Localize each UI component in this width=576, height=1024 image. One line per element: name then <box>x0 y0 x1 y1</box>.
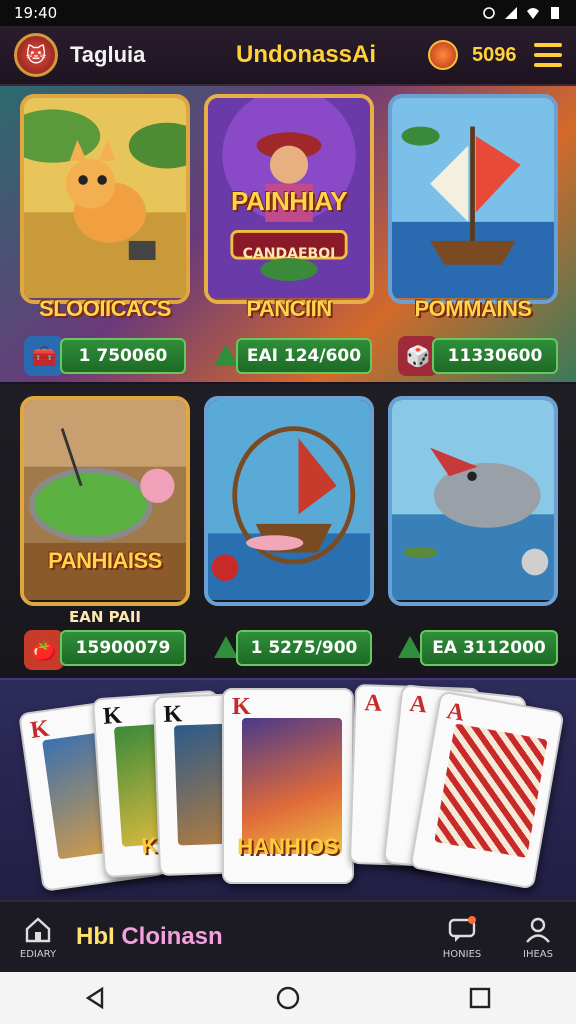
back-icon[interactable] <box>76 978 116 1018</box>
card-rank-6: A <box>408 690 429 719</box>
page-title: UndonassAi <box>236 41 377 68</box>
game-amount-3[interactable]: 11330600 <box>432 338 558 374</box>
game-amount-4[interactable]: 15900079 <box>60 630 186 666</box>
cards-area: K K KAA K K HANHIOS A A A <box>0 678 576 900</box>
arrow-icon-3 <box>398 636 422 658</box>
game-title-3: POMMAINS <box>414 296 533 321</box>
game-sub-4: EAN PAII <box>68 608 142 626</box>
games-row-2: PANHIAISS EAN PAII 🍅 15900079 1 5275/900… <box>0 384 576 674</box>
game-title-1b: SLOOIICACS <box>39 296 171 321</box>
nav-chat-label: HONIES <box>442 948 482 960</box>
balance-value: 5096 <box>472 43 517 66</box>
arrow-icon-2 <box>214 636 238 658</box>
card-4[interactable]: K HANHIOS <box>222 688 354 884</box>
game-tile-1[interactable]: SLOOIICACS <box>20 94 190 304</box>
card-rank-5: A <box>364 690 383 717</box>
chat-icon <box>448 915 476 942</box>
status-icons <box>482 6 562 20</box>
home-icon <box>25 916 51 942</box>
arrow-icon <box>214 344 238 366</box>
home-circle-icon[interactable] <box>268 978 308 1018</box>
wifi-icon <box>527 8 539 19</box>
recents-icon[interactable] <box>460 978 500 1018</box>
card-rank-7: A <box>444 698 467 727</box>
battery-icon <box>551 7 559 19</box>
signal-icon <box>505 7 517 19</box>
cat-game-art <box>24 98 186 299</box>
game-title-2: PANCIIN <box>246 296 332 321</box>
tomato-icon: 🍅 <box>24 630 64 670</box>
system-nav <box>0 972 576 1024</box>
games-row-1: SLOOIICACS PAINHIAY CANDAEBOI SLOOIICACS… <box>0 86 576 382</box>
nav-home[interactable]: EDIARY <box>0 915 76 960</box>
card-rank-4: K <box>232 694 251 720</box>
menu-icon[interactable] <box>534 43 562 67</box>
ship-game-art <box>392 98 554 299</box>
coin-icon <box>428 40 458 70</box>
game-art-title-2: PAINHIAY <box>231 186 347 216</box>
game-title-4: PANHIAISS <box>48 548 162 573</box>
app-header: 🐱 Tagluia UndonassAi 5096 <box>0 26 576 86</box>
nav-home-label: EDIARY <box>19 948 57 960</box>
nav-profile-label: IHEAS <box>523 948 553 960</box>
bottom-nav: EDIARY HbI Cloinasn HONIES IHEAS <box>0 900 576 972</box>
nav-chat[interactable]: HONIES <box>424 915 500 960</box>
status-time: 19:40 <box>14 4 58 22</box>
game-amount-6[interactable]: EA 3112000 <box>420 630 558 666</box>
fish-game-art <box>392 400 554 601</box>
status-bar: 19:40 <box>0 0 576 26</box>
game-amount-5[interactable]: 1 5275/900 <box>236 630 372 666</box>
chest-icon: 🧰 <box>24 336 64 376</box>
game-tile-2[interactable]: PAINHIAY CANDAEBOI <box>204 94 374 304</box>
game-art-sub-2: CANDAEBOI <box>242 246 336 262</box>
game-tile-4[interactable]: PANHIAISS <box>20 396 190 606</box>
logo-icon[interactable]: 🐱 <box>14 33 58 77</box>
nav-center-text: HbI Cloinasn <box>76 923 223 950</box>
game-tile-6[interactable] <box>388 396 558 606</box>
game-amount-1[interactable]: 1 750060 <box>60 338 186 374</box>
game-amount-2[interactable]: EAI 124/600 <box>236 338 372 374</box>
game-tile-5[interactable] <box>204 396 374 606</box>
game-tile-3[interactable] <box>388 94 558 304</box>
card-label-center: HANHIOS <box>237 834 339 859</box>
nav-profile[interactable]: IHEAS <box>500 915 576 960</box>
alarm-icon <box>483 7 495 19</box>
app-name: Tagluia <box>70 42 146 67</box>
cage-ship-art <box>208 400 370 601</box>
profile-icon <box>526 917 550 943</box>
